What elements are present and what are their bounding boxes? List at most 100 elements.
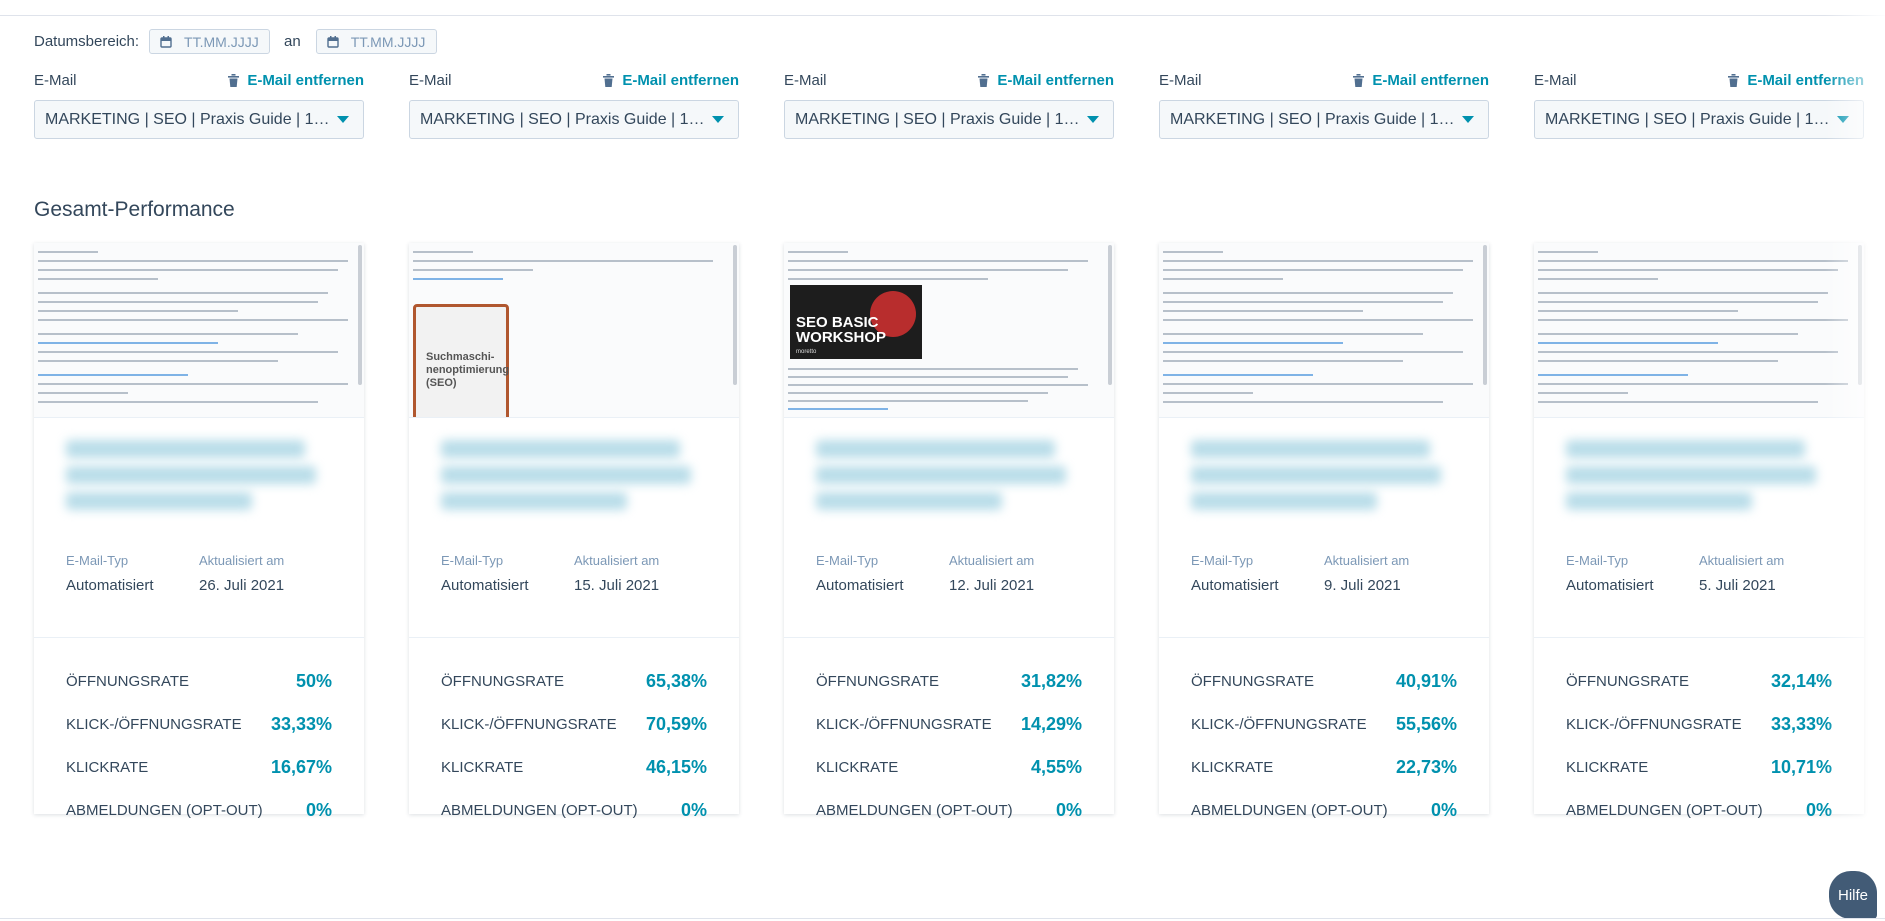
preview-scrollbar[interactable] — [1483, 245, 1487, 385]
stat-value: 55,56% — [1395, 714, 1457, 734]
caret-down-icon — [1837, 116, 1849, 123]
stat-label: KLICKRATE — [1566, 759, 1649, 776]
updated-label: Aktualisiert am — [1699, 553, 1785, 568]
email-name[interactable] — [409, 418, 739, 543]
section-title: Gesamt-Performance — [34, 198, 235, 221]
email-preview[interactable]: SEO BASIC WORKSHOP moretto — [784, 243, 1114, 418]
email-name[interactable] — [34, 418, 364, 543]
remove-email-link[interactable]: E-Mail entfernen — [603, 72, 739, 89]
preview-scrollbar[interactable] — [1108, 245, 1112, 385]
preview-text-line — [1538, 342, 1718, 344]
email-name-blur-line — [66, 466, 317, 484]
preview-text-line — [413, 260, 713, 262]
preview-text-line — [1538, 260, 1848, 262]
preview-scrollbar[interactable] — [358, 245, 362, 385]
email-type-label: E-Mail-Typ — [1191, 553, 1254, 568]
preview-text-line — [788, 260, 1088, 262]
email-dropdown[interactable]: MARKETING | SEO | Praxis Guide | 10 SEO … — [784, 100, 1114, 139]
selector-header: E-Mail E-Mail entfernen — [409, 70, 739, 90]
preview-text-line — [788, 392, 1048, 394]
stat-value: 0% — [1805, 800, 1832, 820]
email-name[interactable] — [784, 418, 1114, 543]
stat-row: KLICK-/ÖFFNUNGSRATE 55,56% — [1191, 703, 1457, 746]
preview-text-line — [1163, 342, 1343, 344]
stat-value: 0% — [1055, 800, 1082, 820]
email-card-4: E-Mail-Typ Automatisiert Aktualisiert am 9.… — [1159, 243, 1489, 820]
email-preview[interactable] — [34, 243, 364, 418]
preview-text-line — [1163, 260, 1473, 262]
preview-text-line — [38, 401, 318, 403]
email-dropdown[interactable]: MARKETING | SEO | Praxis Guide | 10 SEO … — [34, 100, 364, 139]
stat-value: 0% — [1430, 800, 1457, 820]
updated-label: Aktualisiert am — [574, 553, 660, 568]
preview-text-line — [788, 408, 888, 410]
remove-email-link[interactable]: E-Mail entfernen — [1353, 72, 1489, 89]
email-type-value: Automatisiert — [1191, 577, 1279, 594]
preview-text-line — [788, 384, 1088, 386]
selector-header: E-Mail E-Mail entfernen — [784, 70, 1114, 90]
email-name-blur-line — [1566, 440, 1806, 458]
remove-email-link[interactable]: E-Mail entfernen — [228, 72, 364, 89]
selector-header: E-Mail E-Mail entfernen — [34, 70, 364, 90]
email-preview[interactable]: Suchmaschi-nenoptimierung (SEO) — [409, 243, 739, 418]
performance-stats: ÖFFNUNGSRATE 40,91% KLICK-/ÖFFNUNGSRATE 55,… — [1159, 638, 1489, 832]
stat-label: KLICK-/ÖFFNUNGSRATE — [66, 716, 242, 733]
email-name[interactable] — [1159, 418, 1489, 543]
stat-row: KLICKRATE 22,73% — [1191, 746, 1457, 789]
stat-row: ABMELDUNGEN (OPT-OUT) 0% — [1191, 789, 1457, 832]
stat-label: ÖFFNUNGSRATE — [1566, 673, 1690, 690]
stat-row: ABMELDUNGEN (OPT-OUT) 0% — [441, 789, 707, 832]
stat-row: ABMELDUNGEN (OPT-OUT) 0% — [816, 789, 1082, 832]
email-dropdown[interactable]: MARKETING | SEO | Praxis Guide | 10 SEO … — [1159, 100, 1489, 139]
stat-value: 33,33% — [270, 714, 332, 734]
trash-icon — [228, 73, 240, 87]
email-selector-4: E-Mail E-Mail entfernen MARKETING | SEO | … — [1159, 70, 1489, 139]
stat-value: 31,82% — [1020, 671, 1082, 691]
updated-value: 12. Juli 2021 — [949, 577, 1035, 594]
email-dropdown[interactable]: MARKETING | SEO | Praxis Guide | 10 SEO … — [409, 100, 739, 139]
preview-text-line — [1538, 310, 1738, 312]
stat-label: KLICKRATE — [1191, 759, 1274, 776]
preview-text-line — [1163, 351, 1463, 353]
stat-row: ÖFFNUNGSRATE 65,38% — [441, 660, 707, 703]
email-dropdown[interactable]: MARKETING | SEO | Praxis Guide | 10 SEO … — [1534, 100, 1864, 139]
caret-down-icon — [1087, 116, 1099, 123]
preview-scrollbar[interactable] — [733, 245, 737, 385]
email-type-value: Automatisiert — [1566, 577, 1654, 594]
stat-label: KLICK-/ÖFFNUNGSRATE — [1191, 716, 1367, 733]
preview-text-line — [1163, 269, 1463, 271]
preview-text-line — [1163, 319, 1473, 321]
preview-text-line — [38, 342, 218, 344]
email-name[interactable] — [1534, 418, 1864, 543]
bottom-divider — [0, 918, 1885, 919]
email-preview[interactable] — [1534, 243, 1864, 418]
email-type-value: Automatisiert — [816, 577, 904, 594]
preview-scrollbar[interactable] — [1858, 245, 1862, 385]
stat-label: KLICKRATE — [66, 759, 149, 776]
selector-title: E-Mail — [409, 71, 452, 89]
stat-value: 14,29% — [1020, 714, 1082, 734]
email-name-blur-line — [1191, 440, 1431, 458]
preview-text-line — [413, 251, 473, 253]
email-card-5: E-Mail-Typ Automatisiert Aktualisiert am 5.… — [1534, 243, 1864, 820]
date-from-input[interactable]: TT.MM.JJJJ — [149, 29, 271, 54]
remove-email-link[interactable]: E-Mail entfernen — [978, 72, 1114, 89]
help-button[interactable]: Hilfe — [1829, 871, 1877, 919]
preview-text-line — [1538, 269, 1838, 271]
preview-text-line — [1538, 383, 1848, 385]
stat-label: ABMELDUNGEN (OPT-OUT) — [66, 802, 263, 819]
email-name-blur-line — [816, 440, 1056, 458]
email-name-blur-line — [66, 492, 253, 510]
preview-text-line — [38, 278, 158, 280]
date-to-input[interactable]: TT.MM.JJJJ — [315, 29, 437, 54]
preview-text-line — [1538, 301, 1818, 303]
remove-email-link[interactable]: E-Mail entfernen — [1728, 72, 1864, 89]
top-divider — [0, 15, 1885, 16]
remove-email-label: E-Mail entfernen — [1747, 71, 1864, 89]
email-name-blur-line — [1191, 492, 1378, 510]
email-preview[interactable] — [1159, 243, 1489, 418]
selector-title: E-Mail — [1159, 71, 1202, 89]
updated-value: 9. Juli 2021 — [1324, 577, 1401, 594]
email-meta: E-Mail-Typ Automatisiert Aktualisiert am 26… — [34, 543, 364, 638]
preview-text-line — [38, 260, 348, 262]
